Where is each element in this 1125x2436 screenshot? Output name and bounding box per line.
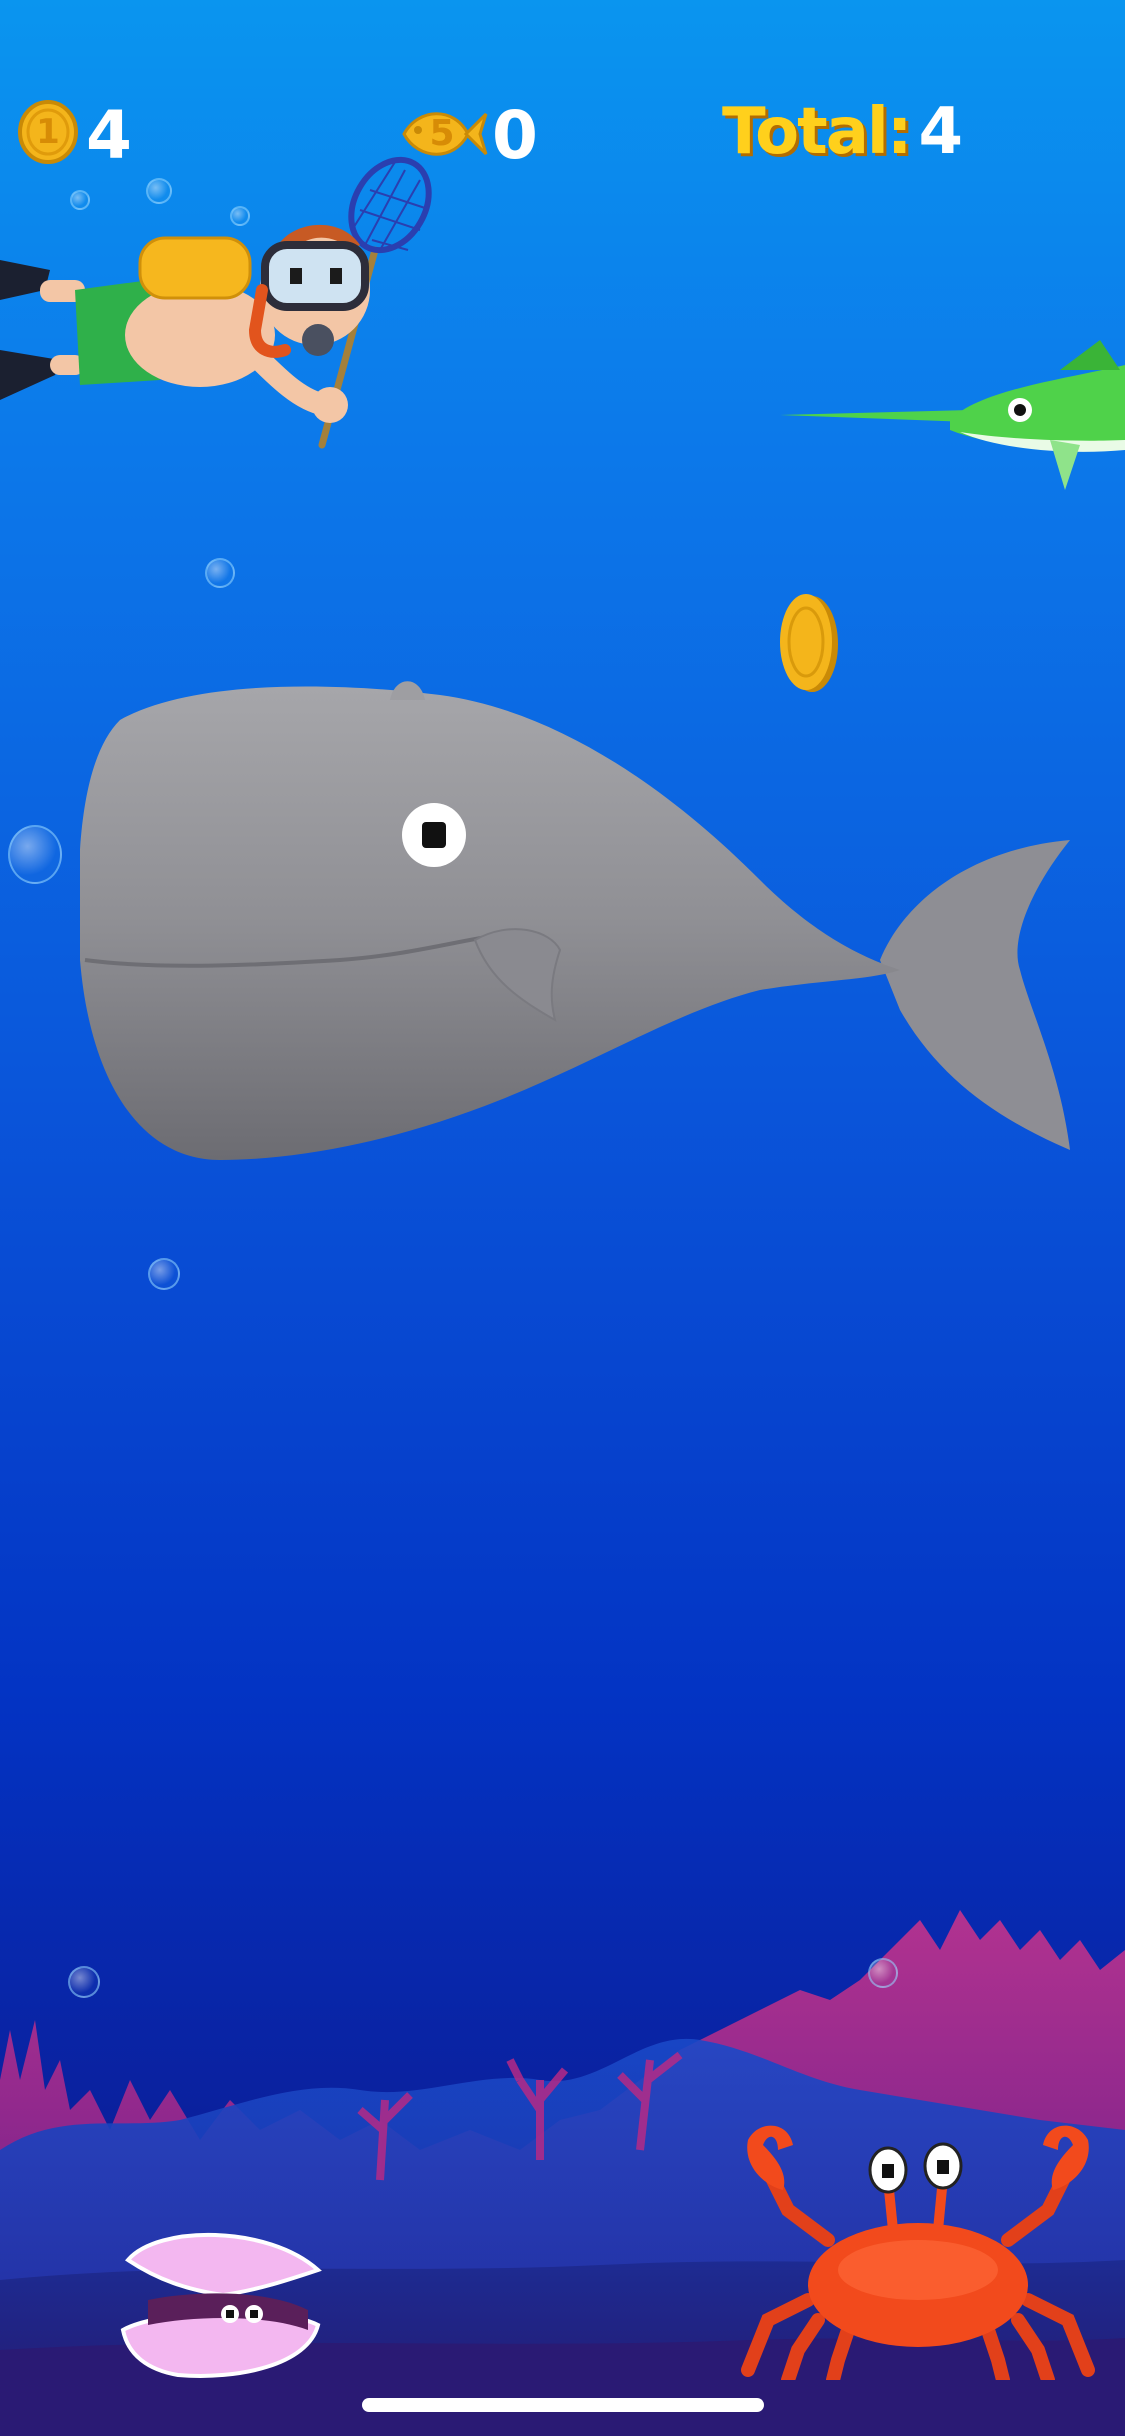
bubble — [8, 825, 62, 884]
diver-with-net[interactable] — [0, 150, 440, 460]
bubble — [148, 1258, 180, 1290]
whale-eye-icon — [402, 803, 466, 867]
clam[interactable] — [118, 2230, 328, 2380]
crab[interactable] — [728, 2120, 1108, 2380]
total-label: Total: — [722, 95, 912, 169]
crab-eyes-icon — [868, 2142, 963, 2194]
total-value: 4 — [918, 95, 963, 169]
total-score: Total: 4 — [722, 92, 963, 172]
swordfish[interactable] — [780, 340, 1125, 500]
whale[interactable] — [80, 680, 1080, 1170]
bubble — [868, 1958, 898, 1988]
bubble — [68, 1966, 100, 1998]
home-indicator[interactable] — [362, 2398, 764, 2412]
bubble — [205, 558, 235, 588]
fish-count: 0 — [492, 97, 538, 174]
game-scene[interactable]: 1 4 5 0 Total: 4 — [0, 0, 1125, 2436]
